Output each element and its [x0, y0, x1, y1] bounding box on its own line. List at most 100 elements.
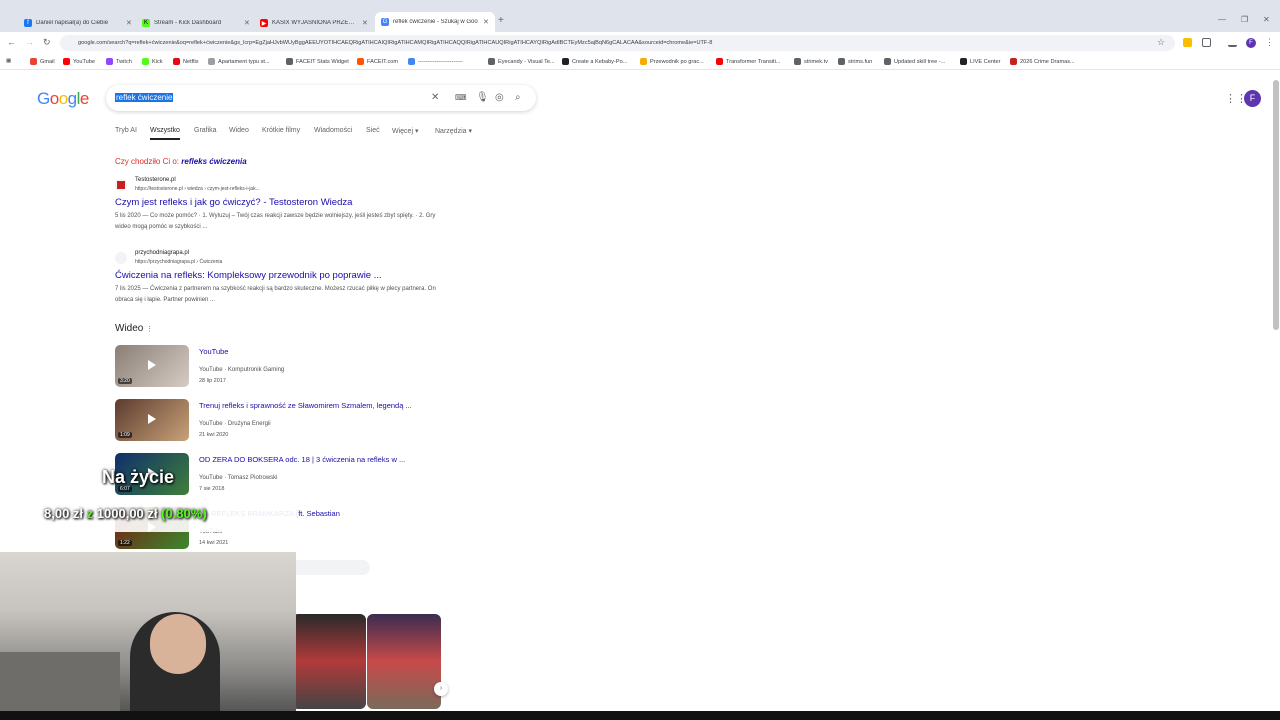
search-result: przychodniagrapa.pl https://przychodniag… [115, 250, 445, 310]
video-date: 21 kwi 2020 [199, 432, 229, 438]
back-icon[interactable]: ← [7, 37, 16, 47]
apps-icon[interactable]: ▦ [6, 58, 11, 64]
tab-news[interactable]: Wiadomości [314, 127, 352, 134]
bookmark-faceit[interactable]: FACEIT.com [357, 58, 398, 65]
tab-more[interactable]: Więcej ▾ [392, 127, 418, 135]
site-favicon [115, 252, 127, 264]
scrollbar[interactable] [1273, 80, 1279, 330]
video-thumbnail[interactable]: 3:20 [115, 345, 189, 387]
short-video-card[interactable] [367, 614, 441, 709]
video-thumbnail[interactable]: 1:09 [115, 399, 189, 441]
bookmark-apartament[interactable]: Apartament typu st... [208, 58, 270, 65]
result-title[interactable]: Ćwiczenia na refleks: Kompleksowy przewo… [115, 270, 382, 281]
bookmark-google-dashes[interactable]: ------------------------ [408, 58, 463, 65]
tab-label: reflek ćwiczenie - Szukaj w Goo [393, 19, 478, 25]
video-date: 28 lip 2017 [199, 378, 226, 384]
bookmark-kick[interactable]: Kick [142, 58, 163, 65]
play-icon [148, 414, 156, 424]
tab-images[interactable]: Grafika [194, 127, 217, 134]
did-you-mean: Czy chodziło Ci o: refleks ćwiczenia [115, 157, 247, 166]
restore-icon[interactable]: ❐ [1241, 15, 1248, 24]
bookmark-crime-dramas[interactable]: 2026 Crime Dramas... [1010, 58, 1075, 65]
minimize-icon[interactable]: — [1218, 15, 1226, 24]
tab-ai-mode[interactable]: Tryb AI [115, 127, 137, 134]
facebook-icon: f [24, 19, 32, 27]
bookmark-twitch[interactable]: Twitch [106, 58, 132, 65]
tab-tools[interactable]: Narzędzia ▾ [435, 127, 472, 135]
close-icon[interactable]: ✕ [362, 19, 368, 27]
video-source: YouTube · Tomasz Piotrowski [199, 475, 278, 481]
camera-lens-icon[interactable]: ◎ [495, 92, 504, 103]
close-icon[interactable]: ✕ [126, 19, 132, 27]
chevron-right-icon[interactable]: › [434, 682, 448, 696]
bookmark-youtube[interactable]: YouTube [63, 58, 95, 65]
menu-dots-icon[interactable]: ⋮ [1265, 37, 1274, 48]
keyboard-icon[interactable]: ⌨ [455, 93, 467, 102]
search-icon[interactable]: ⌕ [515, 92, 521, 103]
bookmark-skill-tree[interactable]: Updated skill tree -... [884, 58, 945, 65]
tab-web[interactable]: Sieć [366, 127, 380, 134]
microphone-icon[interactable]: 🎙 [476, 92, 489, 103]
video-title[interactable]: OD ZERA DO BOKSERA odc. 18 | 3 ćwiczenia… [199, 455, 405, 464]
bookmark-przewodnik[interactable]: Przewodnik po grac... [640, 58, 704, 65]
account-avatar[interactable]: F [1244, 90, 1261, 107]
result-site: Testosterone.pl [135, 177, 176, 183]
video-title[interactable]: YouTube [199, 347, 228, 356]
forward-icon[interactable]: → [25, 37, 34, 47]
tab-shorts[interactable]: Krótkie filmy [262, 127, 300, 134]
result-url[interactable]: https://testosterone.pl › wiedza › czym-… [135, 186, 260, 192]
video-date: 7 sie 2018 [199, 486, 225, 492]
bookmark-kebaby[interactable]: Create a Kebaby-Po... [562, 58, 627, 65]
streamer-face [150, 614, 206, 674]
bookmark-live-center[interactable]: LIVE Center [960, 58, 1000, 65]
close-icon[interactable]: ✕ [244, 19, 250, 27]
bookmark-eyecandy[interactable]: Eyecandy - Visual Te... [488, 58, 555, 65]
bookmark-strims[interactable]: strims.fun [838, 58, 872, 65]
tab-google-search[interactable]: G reflek ćwiczenie - Szukaj w Goo ✕ [375, 12, 495, 32]
did-you-mean-link[interactable]: refleks ćwiczenia [181, 157, 246, 166]
short-video-card[interactable] [292, 614, 366, 709]
result-snippet: 7 lis 2025 — Ćwiczenia z partnerem na sz… [115, 286, 436, 303]
bookmark-star-icon[interactable]: ☆ [1157, 37, 1165, 48]
extension-icon[interactable] [1183, 38, 1192, 47]
video-duration: 3:20 [118, 378, 132, 384]
video-result[interactable]: 1:09 Trenuj refleks i sprawność ze Sławo… [115, 399, 445, 443]
new-tab-button[interactable]: + [498, 15, 504, 26]
video-title[interactable]: Trenuj refleks i sprawność ze Sławomirem… [199, 401, 412, 410]
tab-youtube[interactable]: ▶ KASIX WYJAŚNIONA PRZEZ KA ✕ [254, 14, 374, 32]
result-url[interactable]: https://przychodniagrapa.pl › Ćwiczenia [135, 259, 222, 265]
result-title[interactable]: Czym jest refleks i jak go ćwiczyć? - Te… [115, 197, 352, 208]
reload-icon[interactable]: ↻ [43, 37, 51, 48]
result-snippet: 5 lis 2020 — Co może pomóc? · 1. Wyluzuj… [115, 213, 436, 230]
bookmark-gmail[interactable]: Gmail [30, 58, 55, 65]
tab-facebook[interactable]: f Daniel napisał(a) do Ciebie ✕ [18, 14, 138, 32]
bookmark-strimek[interactable]: strimek.tv [794, 58, 828, 65]
downloads-icon[interactable] [1228, 38, 1237, 47]
tab-all[interactable]: Wszystko [150, 127, 180, 140]
search-box[interactable]: reflek ćwiczenie ✕ ⌨ 🎙 ◎ ⌕ [106, 85, 536, 111]
more-options-icon[interactable]: ⋮ [146, 326, 153, 333]
address-bar[interactable]: google.com/search?q=reflek+ćwiczenie&oq=… [60, 35, 1175, 51]
video-source: YouTube · Komputronik Gaming [199, 367, 285, 373]
window-close-icon[interactable]: ✕ [1263, 15, 1270, 24]
video-duration: 1:22 [118, 540, 132, 546]
browser-profile-avatar[interactable]: F [1246, 38, 1256, 48]
video-result[interactable]: 3:20 YouTube YouTube · Komputronik Gamin… [115, 345, 445, 389]
tab-label: Daniel napisał(a) do Ciebie [36, 20, 109, 26]
google-logo[interactable]: Google [37, 89, 89, 109]
bookmarks-bar: ▦ Gmail YouTube Twitch Kick Netflix Apar… [0, 54, 1280, 70]
video-duration: 1:09 [118, 432, 132, 438]
donation-goal-title: Na życie [102, 467, 175, 487]
play-icon [148, 360, 156, 370]
search-input[interactable]: reflek ćwiczenie [115, 93, 174, 102]
close-icon[interactable]: ✕ [483, 18, 489, 26]
clear-icon[interactable]: ✕ [431, 92, 439, 103]
tab-kick[interactable]: K Stream - Kick Dashboard ✕ [136, 14, 256, 32]
bookmark-transformer[interactable]: Transformer Transiti... [716, 58, 781, 65]
extensions-puzzle-icon[interactable] [1202, 38, 1211, 47]
bookmark-faceit-stats[interactable]: FACEIT Stats Widget [286, 58, 349, 65]
tab-label: Stream - Kick Dashboard [154, 20, 222, 26]
kick-icon: K [142, 19, 150, 27]
bookmark-netflix[interactable]: Netflix [173, 58, 199, 65]
tab-video[interactable]: Wideo [229, 127, 249, 134]
